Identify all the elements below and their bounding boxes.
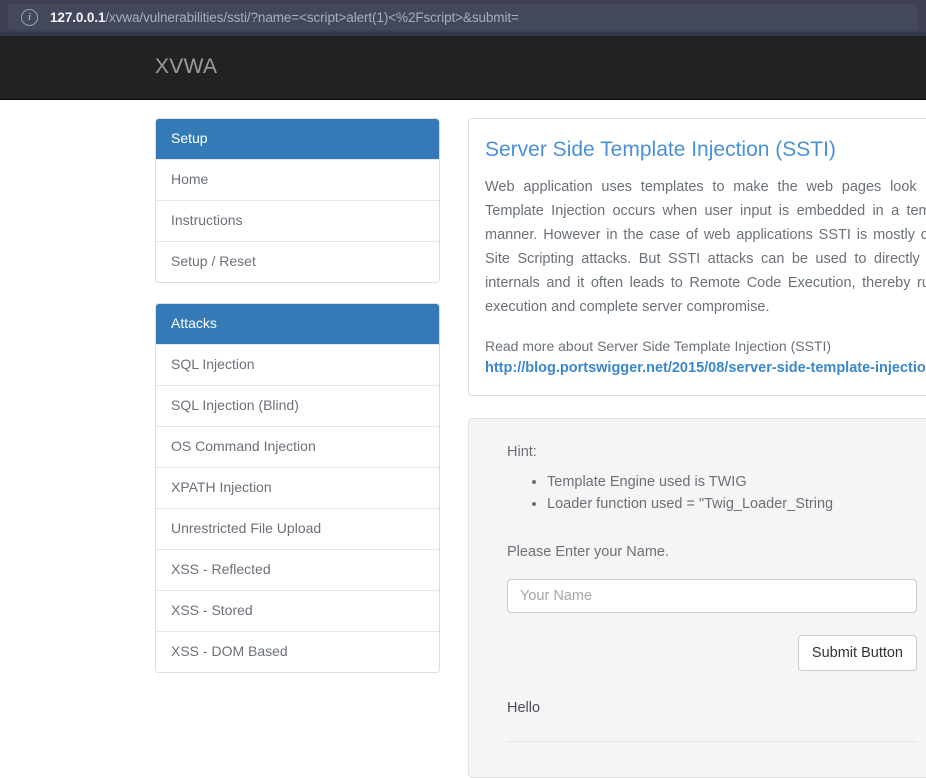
sidebar-item-unrestricted-file-upload[interactable]: Unrestricted File Upload — [156, 508, 439, 549]
sidebar-item-sql-injection[interactable]: SQL Injection — [156, 344, 439, 385]
sidebar-heading-attacks: Attacks — [156, 304, 439, 344]
sidebar-item-xss-stored[interactable]: XSS - Stored — [156, 590, 439, 631]
sidebar-item-xss-reflected[interactable]: XSS - Reflected — [156, 549, 439, 590]
vulnerability-description: Web application uses templates to make t… — [485, 179, 926, 315]
read-more-link[interactable]: http://blog.portswigger.net/2015/08/serv… — [485, 357, 926, 379]
vulnerability-info-panel: Server Side Template Injection (SSTI) We… — [468, 118, 926, 396]
submit-button[interactable]: Submit Button — [797, 635, 917, 671]
hint-item-loader: Loader function used = "Twig_Loader_Stri… — [547, 493, 926, 515]
hint-label: Hint: — [507, 444, 537, 460]
name-prompt-label: Please Enter your Name. — [507, 544, 669, 560]
sidebar-heading-setup: Setup — [156, 119, 439, 159]
url-host-text: 127.0.0.1 — [50, 9, 106, 25]
app-navbar: XVWA — [0, 36, 926, 100]
result-output-text: Hello — [507, 700, 541, 716]
sidebar-item-setup-reset[interactable]: Setup / Reset — [156, 241, 439, 282]
hint-list: Template Engine used is TWIG Loader func… — [507, 471, 926, 515]
read-more-label: Read more about Server Side Template Inj… — [485, 338, 832, 354]
sidebar-panel-setup: Setup Home Instructions Setup / Reset — [155, 118, 440, 283]
sidebar-item-os-command-injection[interactable]: OS Command Injection — [156, 426, 439, 467]
result-divider — [507, 741, 917, 742]
page-body: Setup Home Instructions Setup / Reset At… — [0, 101, 926, 778]
submit-row: Submit Button — [507, 635, 917, 671]
sidebar-item-sql-injection-blind[interactable]: SQL Injection (Blind) — [156, 385, 439, 426]
navbar-brand[interactable]: XVWA — [155, 55, 217, 79]
sidebar-item-home[interactable]: Home — [156, 159, 439, 200]
page-title: Server Side Template Injection (SSTI) — [485, 138, 836, 161]
sidebar-item-xpath-injection[interactable]: XPATH Injection — [156, 467, 439, 508]
sidebar-item-instructions[interactable]: Instructions — [156, 200, 439, 241]
hint-item-engine: Template Engine used is TWIG — [547, 471, 926, 493]
name-input[interactable] — [507, 579, 917, 613]
ssti-form-panel: Hint: Template Engine used is TWIG Loade… — [468, 418, 926, 778]
sidebar-panel-attacks: Attacks SQL Injection SQL Injection (Bli… — [155, 303, 440, 673]
main-content: Server Side Template Injection (SSTI) We… — [468, 118, 926, 778]
sidebar: Setup Home Instructions Setup / Reset At… — [155, 118, 440, 693]
url-path-text: /xvwa/vulnerabilities/ssti/?name=<script… — [105, 9, 519, 25]
info-circle-icon[interactable]: i — [21, 8, 38, 26]
url-input[interactable]: i 127.0.0.1/xvwa/vulnerabilities/ssti/?n… — [8, 4, 918, 30]
browser-url-bar: i 127.0.0.1/xvwa/vulnerabilities/ssti/?n… — [0, 0, 926, 32]
sidebar-item-xss-dom-based[interactable]: XSS - DOM Based — [156, 631, 439, 672]
